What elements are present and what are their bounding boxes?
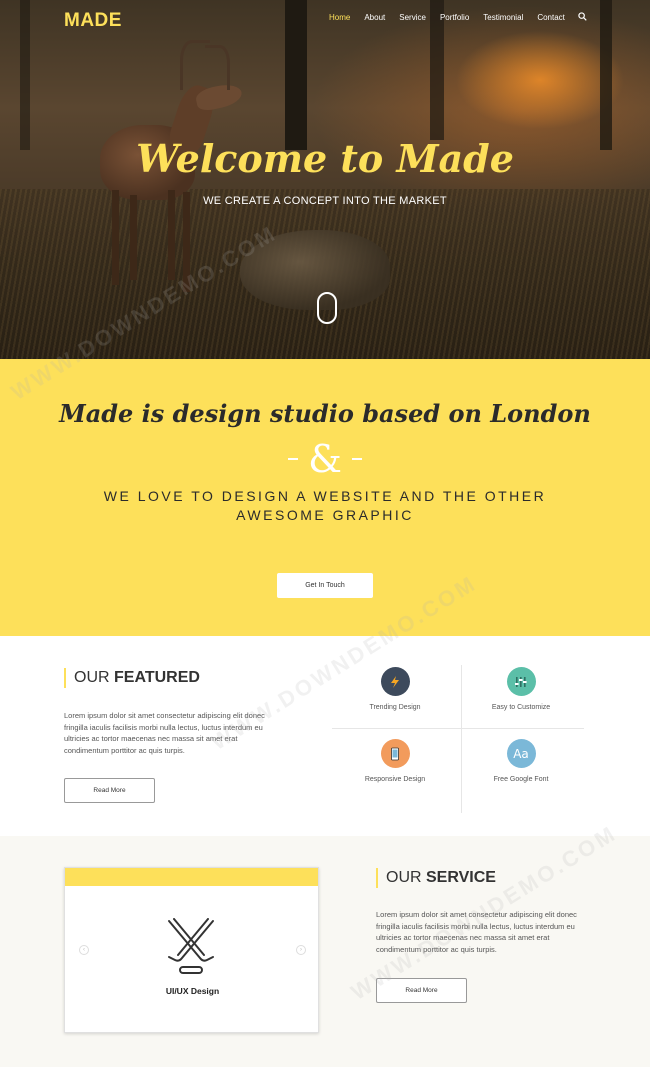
featured-title: OUR FEATURED (64, 668, 200, 688)
feature-item-trending: Trending Design (332, 667, 458, 711)
lightning-icon (380, 667, 410, 696)
ampersand-divider: & (0, 437, 650, 481)
feature-grid: Trending Design Easy to Customize Respon… (332, 665, 584, 813)
get-in-touch-button[interactable]: Get In Touch (277, 573, 373, 598)
feature-item-customize: Easy to Customize (458, 667, 584, 711)
service-card[interactable]: UI/UX Design ‹ › (64, 867, 319, 1033)
tagline: WE LOVE TO DESIGN A WEBSITE AND THE OTHE… (0, 487, 650, 525)
service-title-light: OUR (386, 869, 426, 886)
featured-title-bold: FEATURED (114, 669, 200, 686)
deer-leg (130, 195, 137, 280)
service-section: UI/UX Design ‹ › OUR SERVICE Lorem ipsum… (0, 836, 650, 1067)
font-icon: Aa (506, 739, 536, 768)
featured-description: Lorem ipsum dolor sit amet consectetur a… (64, 711, 265, 755)
divider-dash (351, 458, 362, 460)
logo[interactable]: MADE (64, 10, 122, 32)
feature-label: Easy to Customize (491, 704, 551, 711)
deer-antler (205, 45, 230, 90)
service-read-more-button[interactable]: Read More (376, 978, 467, 1003)
tagline-line-2: AWESOME GRAPHIC (236, 507, 414, 523)
nav-item-about[interactable]: About (364, 13, 385, 22)
service-card-header (65, 868, 318, 886)
search-icon[interactable] (578, 12, 587, 21)
service-title-bold: SERVICE (426, 869, 496, 886)
divider-dash (288, 458, 299, 460)
hero-stump (240, 230, 390, 310)
nav-item-testimonial[interactable]: Testimonial (483, 13, 523, 22)
service-card-title: UI/UX Design (165, 986, 220, 996)
hero-title: Welcome to Made (136, 136, 514, 181)
feature-label: Free Google Font (493, 776, 549, 783)
feature-label: Trending Design (369, 704, 421, 711)
phone-icon (380, 739, 410, 768)
feature-item-responsive: Responsive Design (332, 739, 458, 783)
chevron-left-icon[interactable]: ‹ (79, 945, 89, 955)
featured-section: OUR FEATURED Lorem ipsum dolor sit amet … (0, 636, 650, 836)
nav-item-portfolio[interactable]: Portfolio (440, 13, 469, 22)
deer-leg (183, 192, 190, 292)
service-title: OUR SERVICE (376, 868, 496, 888)
top-nav: MADE Home About Service Portfolio Testim… (0, 0, 650, 36)
grid-divider-horizontal (332, 728, 584, 729)
nav-item-contact[interactable]: Contact (537, 13, 565, 22)
tagline-line-1: WE LOVE TO DESIGN A WEBSITE AND THE OTHE… (103, 488, 547, 504)
about-section: Made is design studio based on London & … (0, 359, 650, 636)
scroll-mouse-icon[interactable] (317, 292, 337, 324)
studio-headline: Made is design studio based on London (59, 399, 591, 428)
nav-item-service[interactable]: Service (399, 13, 426, 22)
nav-menu: Home About Service Portfolio Testimonial… (329, 13, 579, 22)
ampersand: & (308, 437, 342, 481)
feature-item-google-font: Aa Free Google Font (458, 739, 584, 783)
sliders-icon (506, 667, 536, 696)
hero-subtitle: WE CREATE A CONCEPT INTO THE MARKET (203, 195, 447, 207)
hockey-sticks-icon (168, 918, 214, 974)
feature-label: Responsive Design (364, 776, 426, 783)
featured-read-more-button[interactable]: Read More (64, 778, 155, 803)
service-description: Lorem ipsum dolor sit amet consectetur a… (376, 910, 577, 954)
chevron-right-icon[interactable]: › (296, 945, 306, 955)
hero-section: MADE Home About Service Portfolio Testim… (0, 0, 650, 359)
featured-title-light: OUR (74, 669, 114, 686)
nav-item-home[interactable]: Home (329, 13, 350, 22)
